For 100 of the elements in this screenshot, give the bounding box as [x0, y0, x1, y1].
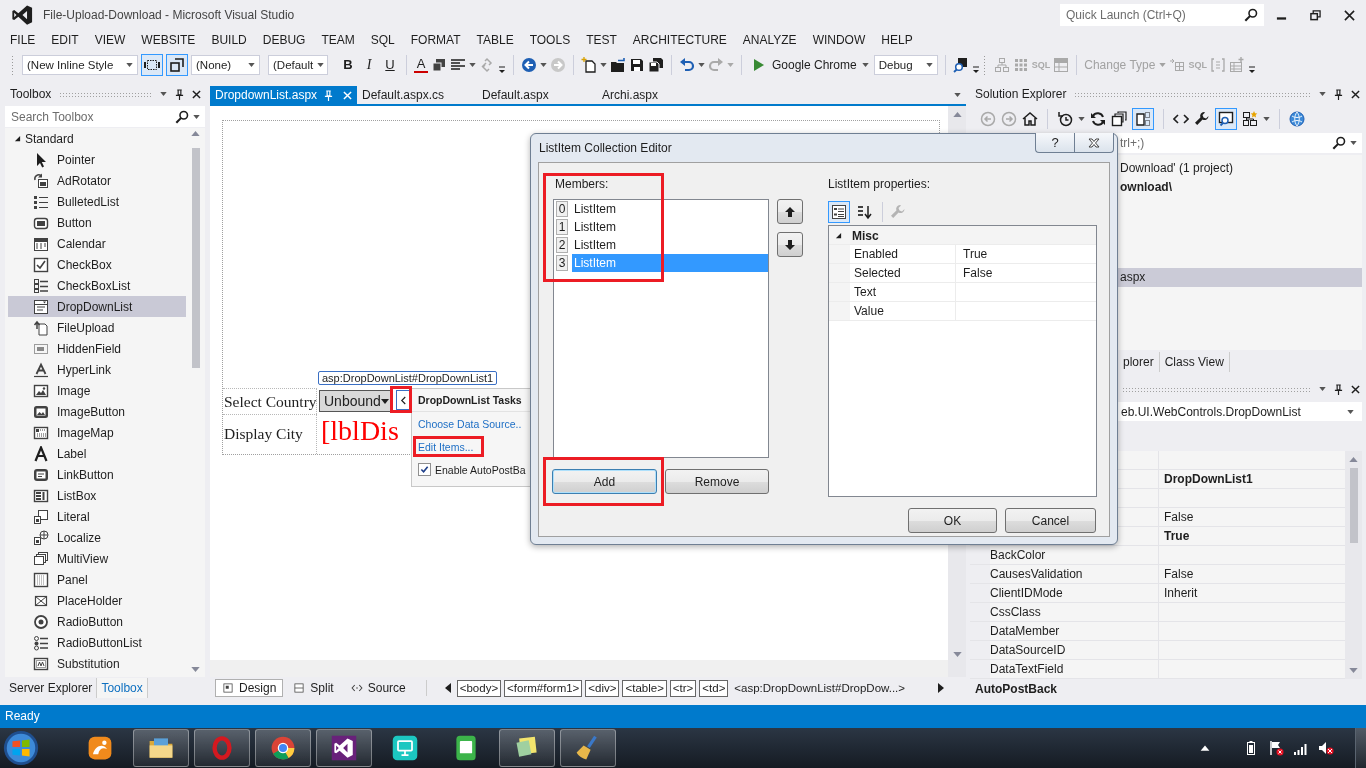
caret-icon[interactable] — [1319, 387, 1326, 391]
caret-icon[interactable] — [126, 63, 133, 67]
dialog-button[interactable]: OK — [908, 508, 997, 533]
view-tab[interactable]: Design — [215, 679, 284, 697]
align-left-icon[interactable] — [450, 57, 466, 73]
caret-icon[interactable] — [1263, 116, 1270, 121]
document-tab[interactable]: Default.aspx.cs — [357, 86, 477, 104]
search-field[interactable]: Search Toolbox — [5, 106, 205, 127]
linked-boxes-icon[interactable] — [1242, 110, 1258, 127]
scroll-thumb[interactable] — [1349, 468, 1358, 543]
underline-button[interactable]: U — [381, 56, 399, 74]
save-all-icon[interactable] — [648, 57, 664, 73]
expanded-triangle-icon[interactable] — [835, 232, 842, 239]
component-item[interactable]: Calendar — [8, 233, 186, 254]
caret-icon[interactable] — [248, 63, 255, 67]
home-icon[interactable] — [1022, 110, 1038, 127]
property-value[interactable]: True — [959, 245, 1096, 264]
component-item[interactable]: HyperLink — [8, 359, 186, 380]
taskbar-button[interactable] — [316, 729, 372, 767]
taskbar-button[interactable] — [255, 729, 311, 767]
scroll-down-icon[interactable] — [1349, 668, 1358, 673]
scroll-up-icon[interactable] — [952, 112, 962, 117]
right-arrow-icon[interactable] — [938, 683, 944, 693]
menu-item[interactable]: WINDOW — [804, 30, 874, 50]
task-link[interactable]: Edit Items... — [418, 440, 474, 453]
property-value[interactable]: Inherit — [1158, 584, 1345, 603]
caret-icon[interactable] — [1078, 116, 1085, 121]
categorized-list-icon[interactable] — [828, 200, 850, 223]
component-item[interactable]: Pointer — [8, 149, 186, 170]
component-item[interactable]: Image — [8, 380, 186, 401]
menu-item[interactable]: WEBSITE — [133, 30, 204, 50]
page-magnifier-icon[interactable] — [1215, 107, 1237, 130]
globe-icon[interactable] — [1289, 110, 1305, 127]
dashed-pages-icon[interactable] — [1132, 107, 1154, 130]
document-tab[interactable]: Default.aspx — [477, 86, 597, 104]
checkbox[interactable] — [418, 463, 431, 476]
taskbar-button[interactable] — [133, 729, 189, 767]
undo-icon[interactable] — [679, 57, 695, 73]
view-tab[interactable]: Split — [286, 679, 341, 697]
component-item[interactable]: MultiView — [8, 548, 186, 569]
close-icon[interactable] — [1343, 9, 1355, 21]
caret-icon[interactable] — [600, 63, 607, 67]
pin-icon[interactable] — [175, 88, 184, 100]
remove-button[interactable]: Remove — [665, 469, 769, 494]
pin-icon[interactable] — [1334, 383, 1343, 395]
caret-icon[interactable] — [1319, 92, 1326, 96]
scroll-up-icon[interactable] — [1349, 457, 1358, 462]
menu-item[interactable]: TEAM — [313, 30, 363, 50]
vertical-scrollbar[interactable] — [1345, 451, 1362, 679]
add-button[interactable]: Add — [552, 469, 657, 494]
menu-item[interactable]: FILE — [2, 30, 44, 50]
italic-button[interactable]: I — [360, 56, 378, 74]
move-up-button[interactable] — [777, 199, 803, 224]
breadcrumb-tag[interactable]: <table> — [622, 679, 667, 697]
menu-item[interactable]: DEBUG — [254, 30, 314, 50]
scroll-thumb[interactable] — [191, 148, 200, 368]
menu-item[interactable]: VIEW — [86, 30, 134, 50]
menu-item[interactable]: TEST — [578, 30, 625, 50]
close-icon[interactable] — [1351, 89, 1360, 99]
component-item[interactable]: Label — [8, 443, 186, 464]
component-item[interactable]: CheckBox — [8, 254, 186, 275]
property-value[interactable]: False — [1158, 508, 1345, 527]
refresh-icon[interactable] — [1090, 110, 1106, 127]
dialog-button[interactable]: Cancel — [1005, 508, 1096, 533]
help-button[interactable]: ? — [1035, 133, 1074, 153]
breadcrumb-tag[interactable]: <td> — [699, 679, 729, 697]
menu-item[interactable]: HELP — [873, 30, 921, 50]
show-desktop-button[interactable] — [1355, 728, 1366, 768]
taskbar-button[interactable] — [560, 729, 616, 767]
move-down-button[interactable] — [777, 232, 803, 257]
start-orb-icon[interactable] — [2, 729, 40, 767]
component-item[interactable]: ImageMap — [8, 422, 186, 443]
flag-icon[interactable] — [1268, 740, 1284, 756]
menu-item[interactable]: FORMAT — [402, 30, 469, 50]
close-button[interactable] — [1074, 133, 1114, 153]
caret-icon[interactable] — [160, 92, 167, 96]
list-item[interactable]: ListItem — [572, 200, 768, 218]
window-tab[interactable]: Toolbox — [97, 678, 148, 698]
caret-icon[interactable] — [469, 63, 476, 67]
document-tab[interactable]: Archi.aspx — [597, 86, 717, 104]
menu-item[interactable]: SQL — [362, 30, 403, 50]
component-item[interactable]: RadioButton — [8, 611, 186, 632]
caret-icon[interactable] — [317, 63, 325, 67]
component-item[interactable]: Literal — [8, 506, 186, 527]
scroll-down-icon[interactable] — [952, 652, 962, 657]
dropdown[interactable]: Unbound — [319, 390, 393, 412]
muted-speaker-icon[interactable] — [1318, 740, 1334, 756]
dot-grid-icon[interactable] — [1012, 57, 1029, 73]
folder-icon[interactable] — [610, 57, 626, 73]
scroll-up-icon[interactable] — [191, 131, 200, 136]
list-item[interactable]: ListItem — [572, 236, 768, 254]
restore-icon[interactable] — [1309, 9, 1321, 21]
dashed-frame-icon[interactable] — [141, 54, 163, 76]
component-item[interactable]: Localize — [8, 527, 186, 548]
left-arrow-icon[interactable] — [444, 683, 451, 693]
search-icon[interactable] — [175, 110, 189, 124]
menu-item[interactable]: ARCHITECTURE — [624, 30, 735, 50]
save-icon[interactable] — [629, 57, 645, 73]
toolbar-grip[interactable] — [11, 55, 15, 75]
property-value[interactable]: False — [1158, 565, 1345, 584]
